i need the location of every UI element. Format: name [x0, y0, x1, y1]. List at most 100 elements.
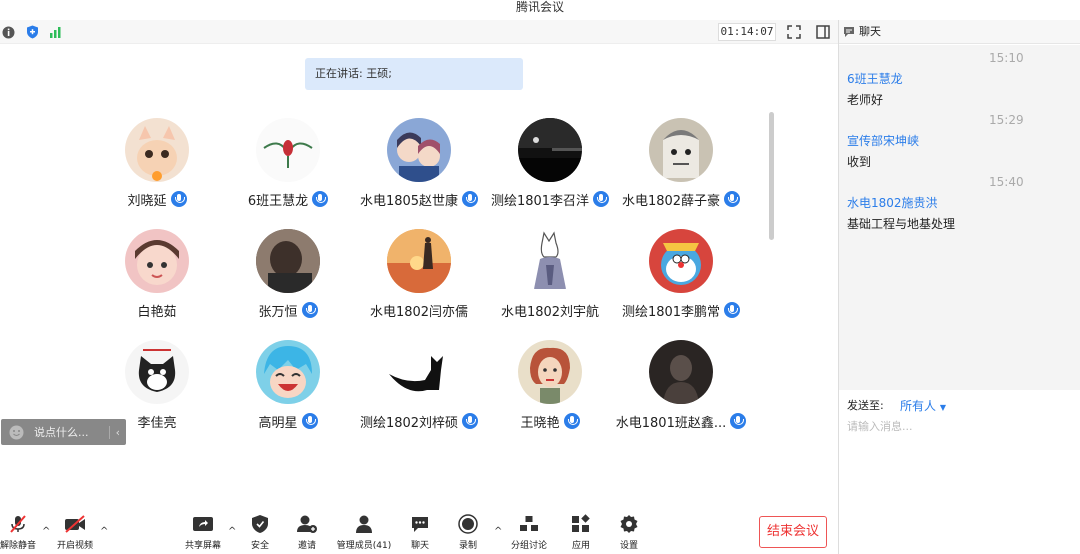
mic-icon — [563, 413, 580, 429]
mic-icon — [724, 302, 741, 318]
active-speaker-banner: 正在讲话: 王硕; — [305, 58, 523, 90]
night-avatar — [518, 118, 582, 182]
mic-icon — [301, 302, 318, 318]
start-video-button[interactable]: 开启视频 — [47, 514, 103, 554]
end-meeting-button[interactable]: 结束会议 — [759, 516, 827, 548]
floating-input-placeholder: 说点什么... — [34, 426, 89, 439]
laughing-avatar — [256, 340, 320, 404]
participant-tile[interactable]: 测绘1801李召洋 — [485, 116, 615, 216]
signal-icon[interactable] — [48, 24, 64, 40]
anime-avatar — [387, 118, 451, 182]
flower-avatar — [256, 118, 320, 182]
record-icon — [457, 514, 479, 534]
cartoon-avatar — [649, 118, 713, 182]
participant-tile[interactable]: 水电1802薛子豪 — [616, 116, 746, 216]
chat-header: 聊天 — [839, 20, 1080, 44]
collapse-chevron-icon[interactable]: ‹ — [108, 425, 120, 439]
dropdown-caret-icon: ▼ — [939, 403, 946, 412]
participant-name-row: 测绘1801李鹏常 — [606, 300, 756, 320]
participant-tile[interactable]: 白艳茹 — [92, 227, 222, 327]
breakout-icon — [518, 514, 540, 534]
child-avatar — [125, 229, 189, 293]
mic-icon — [724, 191, 741, 207]
participant-name-row: 张万恒 — [213, 300, 363, 320]
message-sender[interactable]: 宣传部宋坤峡 — [847, 132, 919, 149]
members-icon — [353, 514, 375, 534]
emoji-icon[interactable] — [9, 425, 24, 440]
message-time: 15:10 — [989, 51, 1024, 65]
participant-tile[interactable]: 6班王慧龙 — [223, 116, 353, 216]
participant-tile[interactable]: 水电1801班赵鑫... — [616, 338, 747, 438]
participant-tile[interactable]: 高明星 — [223, 338, 353, 438]
cat-avatar — [125, 118, 189, 182]
send-to-label: 发送至: — [847, 399, 884, 412]
gear-icon — [618, 514, 640, 534]
share-screen-icon — [192, 514, 214, 534]
video-options-caret-icon[interactable]: ^ — [100, 526, 108, 537]
sidebar-toggle-icon[interactable] — [815, 24, 831, 40]
record-button[interactable]: 录制 — [440, 514, 496, 554]
participant-name-row: 水电1801班赵鑫... — [606, 411, 756, 431]
woman-avatar — [518, 340, 582, 404]
participant-name-row: 白艳茹 — [137, 304, 177, 320]
security-shield-icon — [249, 514, 271, 534]
participant-name-row: 王晓艳 — [475, 411, 625, 431]
participant-tile[interactable]: 王晓艳 — [485, 338, 615, 438]
settings-button[interactable]: 设置 — [601, 514, 657, 554]
message-sender[interactable]: 6班王慧龙 — [847, 70, 903, 87]
invite-user-icon — [296, 514, 318, 534]
message-time: 15:40 — [989, 175, 1024, 189]
send-to-dropdown[interactable]: 所有人 ▼ — [900, 397, 946, 414]
participant-tile[interactable]: 测绘1802刘梓硕 — [354, 338, 484, 438]
participant-name-row: 6班王慧龙 — [213, 189, 363, 209]
meeting-timer: 01:14:07 — [718, 23, 776, 41]
participant-name-row: 刘晓延 — [82, 189, 232, 209]
participant-name-row: 测绘1802刘梓硕 — [344, 411, 494, 431]
floating-chat-input[interactable]: 说点什么... ‹ — [1, 419, 126, 445]
invite-button[interactable]: 邀请 — [279, 514, 335, 554]
bottom-toolbar: 解除静音 ^ 开启视频 ^ 共享屏幕 ^ 安全 邀请 管理成员(41) 聊天 录… — [0, 510, 838, 554]
silhouette-cat-avatar — [387, 340, 451, 404]
participant-tile[interactable]: 张万恒 — [223, 227, 353, 327]
apps-icon — [570, 514, 592, 534]
top-status-bar: 01:14:07 — [0, 20, 838, 44]
message-sender[interactable]: 水电1802施贵洪 — [847, 194, 938, 211]
window-title: 腾讯会议 — [0, 0, 1080, 20]
message-time: 15:29 — [989, 113, 1024, 127]
participant-tile[interactable]: 水电1802刘宇航 — [485, 227, 615, 327]
chat-panel: 聊天 15:10 6班王慧龙 老师好 15:29 宣传部宋坤峡 收到 15:40… — [838, 20, 1080, 554]
sunset-avatar — [387, 229, 451, 293]
participant-name-row: 水电1802闫亦儒 — [369, 304, 469, 320]
shield-icon[interactable] — [24, 24, 40, 40]
chat-title: 聊天 — [859, 24, 881, 38]
message-text: 基础工程与地基处理 — [847, 217, 956, 231]
mic-icon — [170, 191, 187, 207]
shadow-avatar — [649, 340, 713, 404]
participant-tile[interactable]: 水电1802闫亦儒 — [354, 227, 484, 327]
doraemon-avatar — [649, 229, 713, 293]
chat-header-icon — [843, 26, 855, 38]
camera-off-icon — [64, 514, 86, 534]
chat-message-input[interactable]: 请输入消息... — [847, 418, 1067, 434]
video-stage: 正在讲话: 王硕; 刘晓延 6班王慧龙 水电1805赵世康 测绘1801李召洋 — [0, 44, 838, 510]
chat-bubble-icon — [409, 514, 431, 534]
fullscreen-icon[interactable] — [786, 24, 802, 40]
share-screen-button[interactable]: 共享屏幕 — [175, 514, 231, 554]
breakout-rooms-button[interactable]: 分组讨论 — [501, 514, 557, 554]
grid-scrollbar[interactable] — [769, 112, 774, 240]
unmute-button[interactable]: 解除静音 — [0, 514, 46, 554]
participant-tile[interactable]: 刘晓延 — [92, 116, 222, 216]
person-avatar — [256, 229, 320, 293]
participant-name-row: 水电1802薛子豪 — [606, 189, 756, 209]
mic-muted-icon — [7, 514, 29, 534]
participant-tile[interactable]: 水电1805赵世康 — [354, 116, 484, 216]
participant-tile[interactable]: 测绘1801李鹏常 — [616, 227, 746, 327]
mic-icon — [730, 413, 747, 429]
manage-members-button[interactable]: 管理成员(41) — [336, 514, 392, 554]
message-text: 老师好 — [847, 93, 884, 107]
info-icon[interactable] — [0, 24, 16, 40]
cat-sketch-avatar — [518, 229, 582, 293]
message-text: 收到 — [847, 155, 872, 169]
chat-message-list[interactable]: 15:10 6班王慧龙 老师好 15:29 宣传部宋坤峡 收到 15:40 水电… — [839, 45, 1080, 390]
participant-name-row: 水电1802刘宇航 — [500, 304, 600, 320]
